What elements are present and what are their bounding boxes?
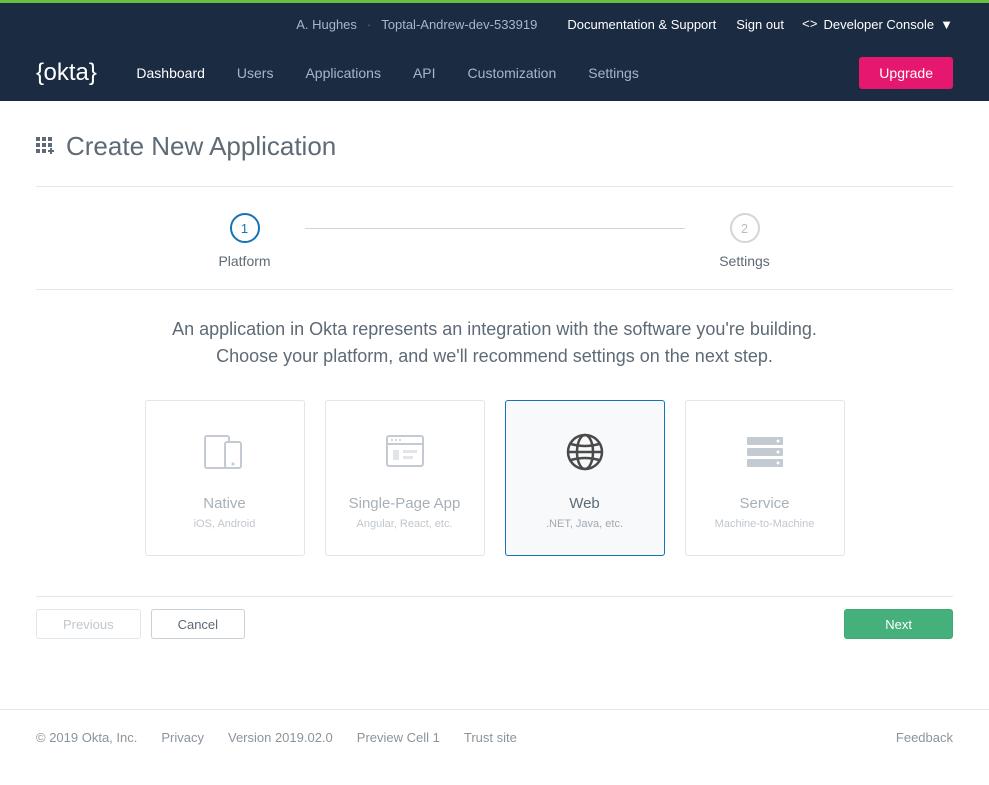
nav-customization[interactable]: Customization: [468, 65, 557, 81]
step-1-circle: 1: [230, 213, 260, 243]
service-title: Service: [739, 495, 789, 512]
spa-title: Single-Page App: [349, 495, 461, 512]
step-2-label: Settings: [719, 253, 770, 269]
step-line: [305, 228, 685, 229]
footer-trust[interactable]: Trust site: [464, 730, 517, 745]
service-icon: [745, 427, 785, 477]
platform-service[interactable]: Service Machine-to-Machine: [685, 400, 845, 556]
dropdown-icon: ▼: [940, 17, 953, 32]
native-title: Native: [203, 495, 246, 512]
page-title-row: Create New Application: [36, 131, 953, 187]
action-bar: Previous Cancel Next: [36, 596, 953, 679]
web-sub: .NET, Java, etc.: [546, 518, 623, 530]
topbar-separator: ·: [367, 17, 371, 32]
nav-dashboard[interactable]: Dashboard: [136, 65, 205, 81]
topbar-org: Toptal-Andrew-dev-533919: [381, 17, 537, 32]
console-switcher[interactable]: <> Developer Console ▼: [802, 17, 953, 32]
app-grid-icon: [36, 131, 54, 162]
nav-settings[interactable]: Settings: [588, 65, 639, 81]
page-title-text: Create New Application: [66, 131, 336, 162]
native-icon: [203, 427, 247, 477]
desc-line-2: Choose your platform, and we'll recommen…: [96, 343, 893, 370]
step-settings: 2 Settings: [685, 213, 805, 269]
topbar-links: Documentation & Support Sign out: [567, 17, 784, 32]
footer-copyright: © 2019 Okta, Inc.: [36, 730, 137, 745]
spa-sub: Angular, React, etc.: [357, 518, 453, 530]
native-sub: iOS, Android: [194, 518, 256, 530]
platform-cards: Native iOS, Android Single-Page App Angu…: [36, 400, 953, 596]
step-platform: 1 Platform: [185, 213, 305, 269]
signout-link[interactable]: Sign out: [736, 17, 784, 32]
topbar: A. Hughes · Toptal-Andrew-dev-533919 Doc…: [0, 3, 989, 45]
code-icon: <>: [802, 17, 818, 32]
footer: © 2019 Okta, Inc. Privacy Version 2019.0…: [0, 709, 989, 785]
web-title: Web: [569, 495, 600, 512]
nav-items: Dashboard Users Applications API Customi…: [136, 65, 638, 81]
step-2-circle: 2: [730, 213, 760, 243]
okta-logo[interactable]: {okta}: [36, 59, 96, 87]
platform-spa[interactable]: Single-Page App Angular, React, etc.: [325, 400, 485, 556]
docs-link[interactable]: Documentation & Support: [567, 17, 716, 32]
main-content: Create New Application 1 Platform 2 Sett…: [0, 101, 989, 709]
description: An application in Okta represents an int…: [36, 290, 953, 400]
stepper: 1 Platform 2 Settings: [36, 187, 953, 290]
service-sub: Machine-to-Machine: [715, 518, 815, 530]
footer-preview: Preview Cell 1: [357, 730, 440, 745]
desc-line-1: An application in Okta represents an int…: [96, 316, 893, 343]
footer-feedback[interactable]: Feedback: [896, 730, 953, 745]
nav-applications[interactable]: Applications: [305, 65, 381, 81]
nav-api[interactable]: API: [413, 65, 436, 81]
footer-version: Version 2019.02.0: [228, 730, 333, 745]
step-1-label: Platform: [218, 253, 270, 269]
platform-native[interactable]: Native iOS, Android: [145, 400, 305, 556]
topbar-user: A. Hughes: [296, 17, 357, 32]
globe-icon: [565, 427, 605, 477]
nav-users[interactable]: Users: [237, 65, 274, 81]
navbar: {okta} Dashboard Users Applications API …: [0, 45, 989, 101]
next-button[interactable]: Next: [844, 609, 953, 639]
upgrade-button[interactable]: Upgrade: [859, 57, 953, 89]
console-label: Developer Console: [824, 17, 935, 32]
footer-privacy[interactable]: Privacy: [161, 730, 204, 745]
cancel-button[interactable]: Cancel: [151, 609, 245, 639]
previous-button: Previous: [36, 609, 141, 639]
platform-web[interactable]: Web .NET, Java, etc.: [505, 400, 665, 556]
spa-icon: [385, 427, 425, 477]
